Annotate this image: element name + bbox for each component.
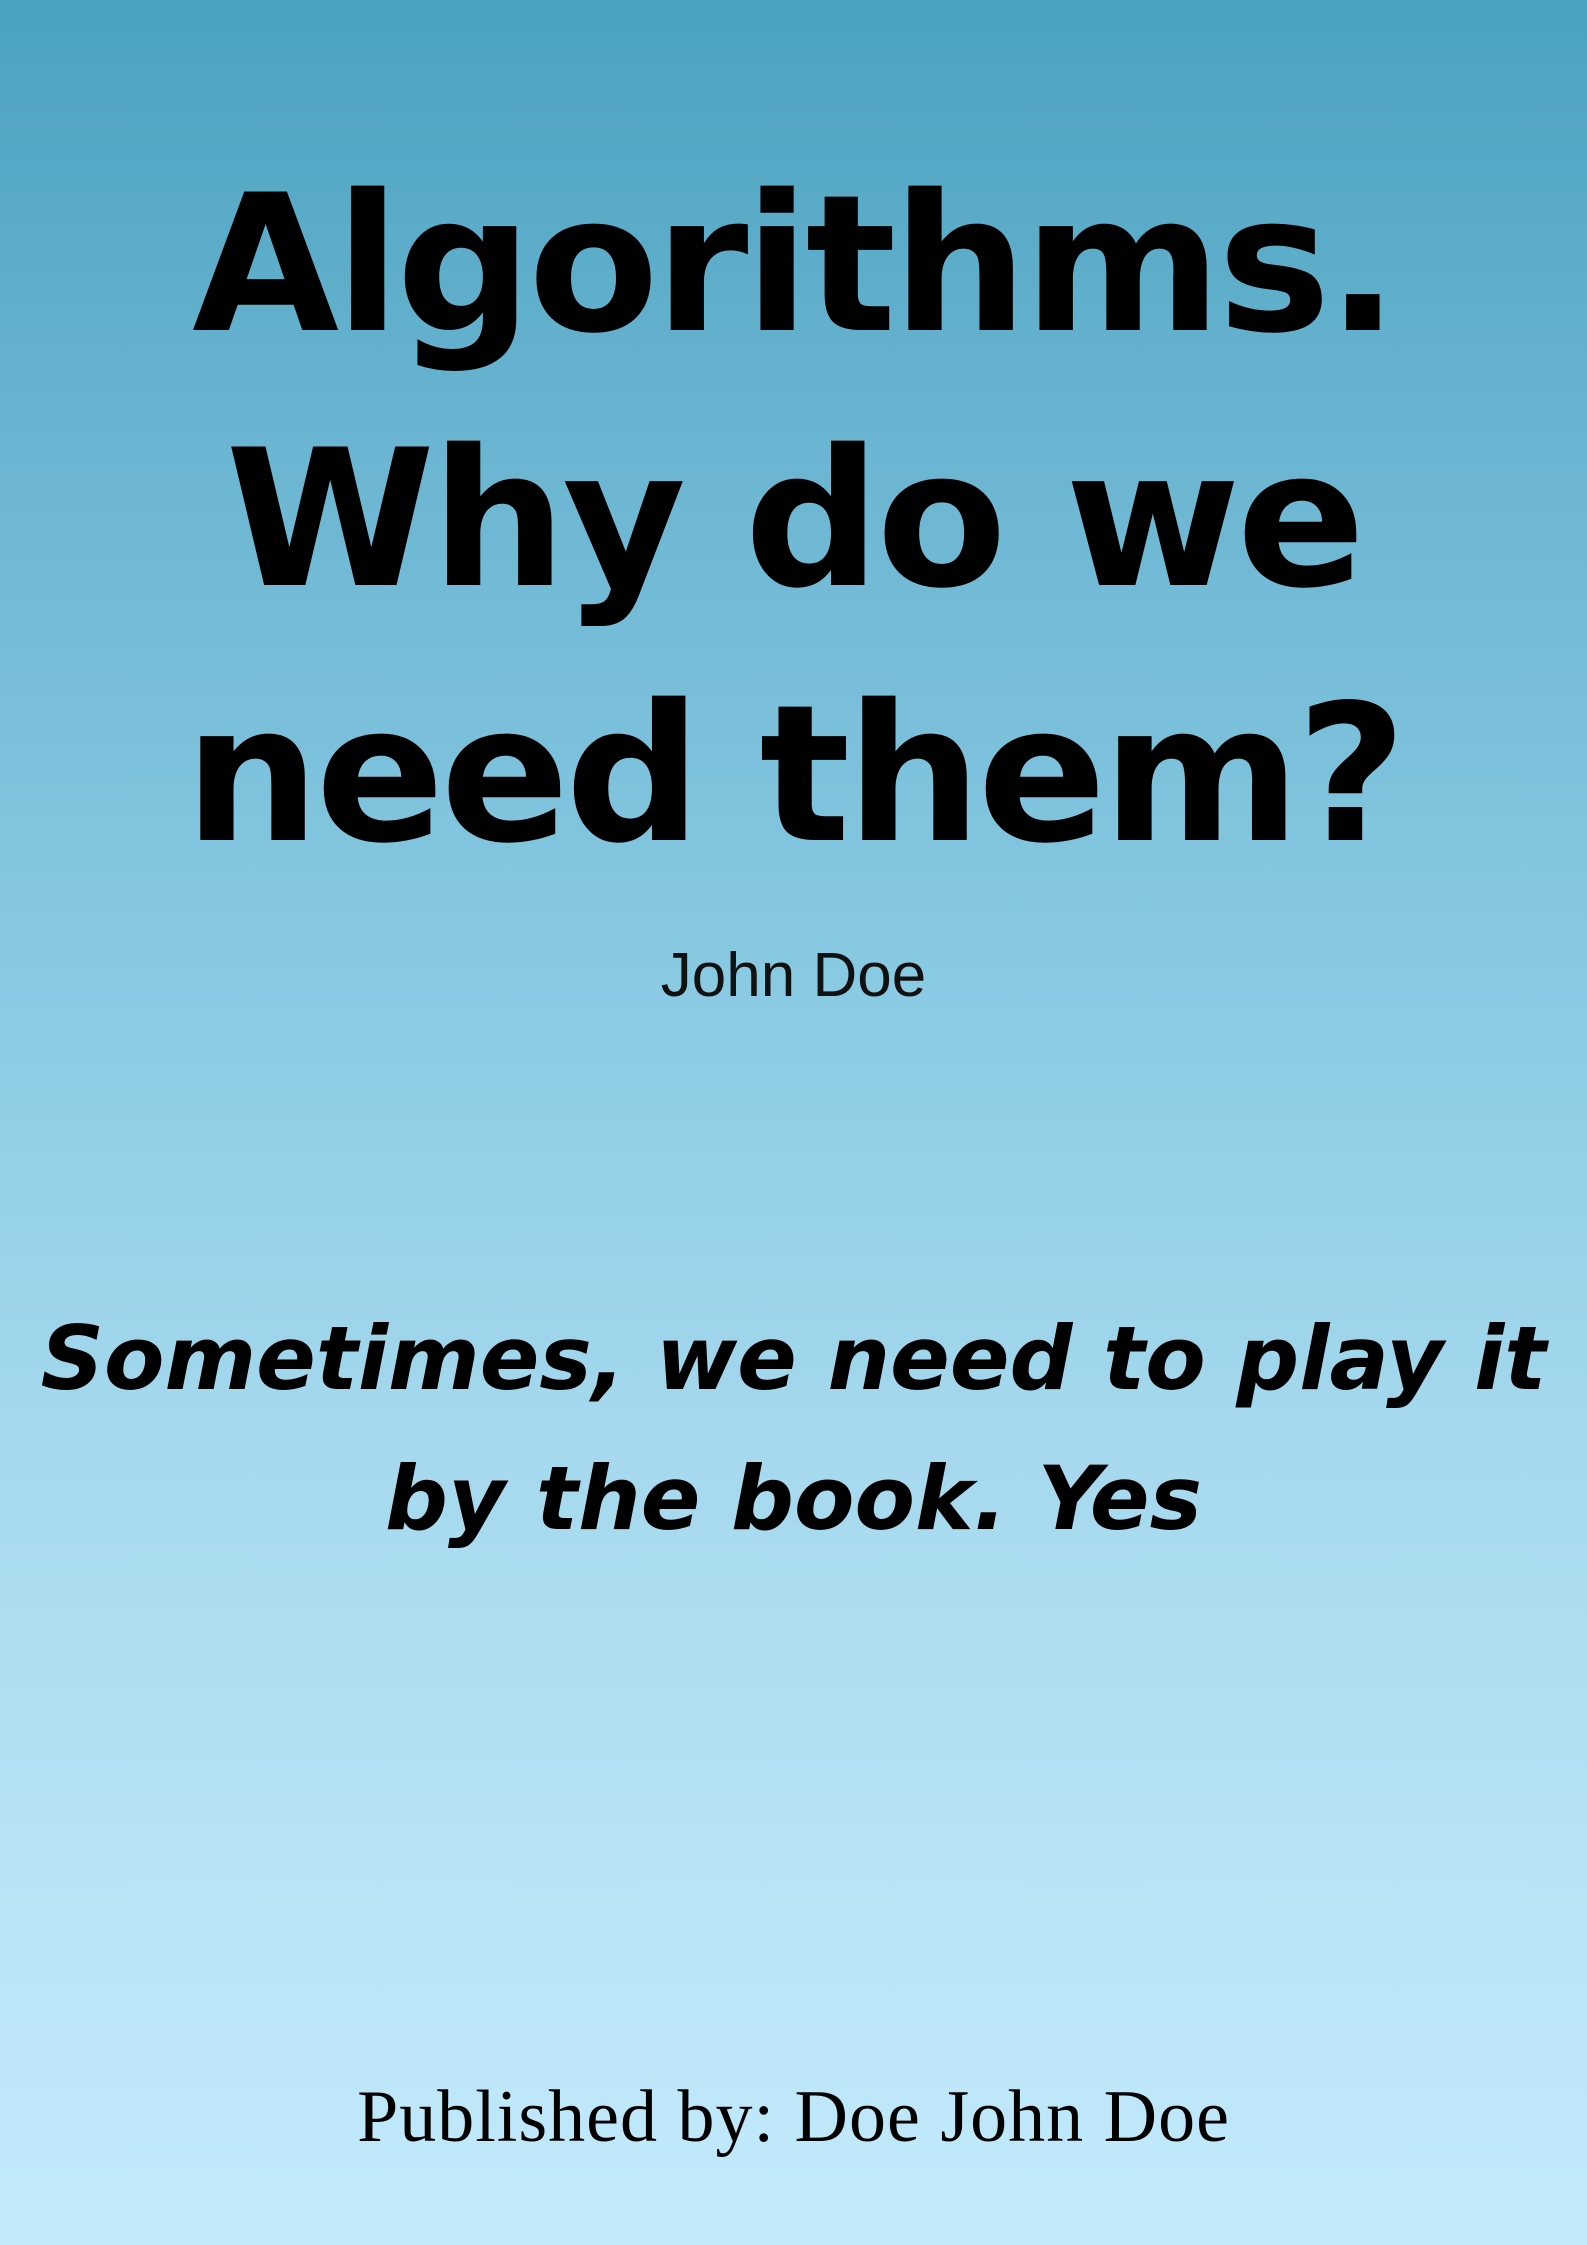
title-line-2: Why do we (225, 409, 1366, 630)
publisher-credit: Published by: Doe John Doe (357, 2076, 1230, 2158)
tagline-line-1: Sometimes, we need to play it (40, 1307, 1547, 1410)
book-cover: Algorithms. Why do we need them? John Do… (0, 0, 1587, 2245)
title-line-3: need them? (184, 664, 1406, 885)
author-name: John Doe (660, 941, 927, 1010)
title-line-1: Algorithms. (192, 154, 1399, 375)
tagline-line-2: by the book. Yes (385, 1447, 1202, 1550)
